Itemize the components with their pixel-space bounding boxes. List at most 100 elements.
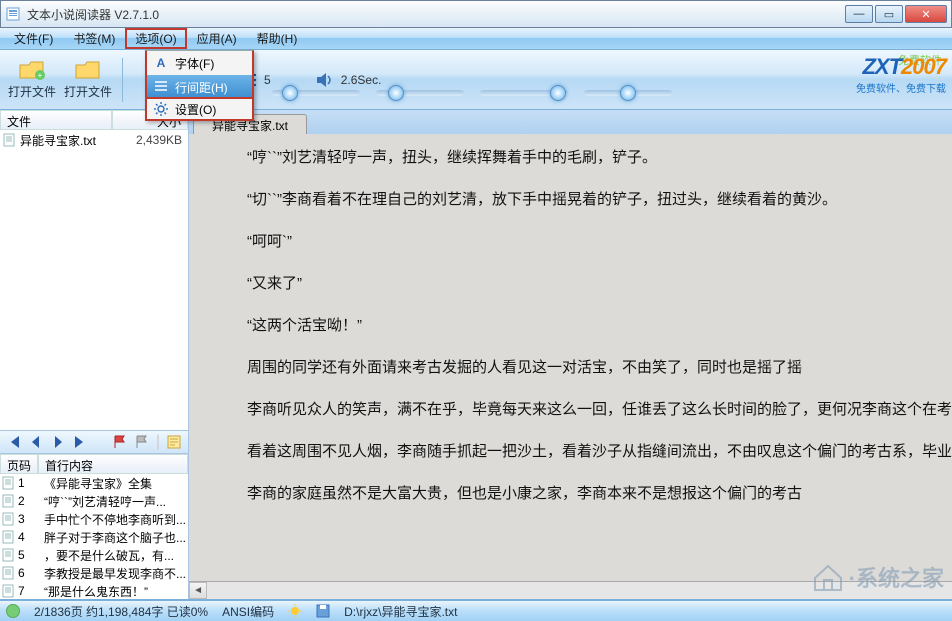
page-row-num: 6 — [18, 566, 40, 580]
page-row-text: “那是什么鬼东西！” — [44, 583, 186, 599]
first-page-icon[interactable] — [6, 434, 22, 450]
reader-paragraph: “呵呵`” — [217, 230, 952, 254]
status-indicator-icon — [6, 604, 20, 618]
file-row-name: 异能寻宝家.txt — [20, 132, 106, 149]
page-icon — [2, 566, 14, 580]
dd-line-spacing-label: 行间距(H) — [175, 79, 228, 96]
open-catalog-button[interactable]: 打开文件 — [62, 54, 114, 106]
page-row-num: 5 — [18, 548, 40, 562]
menu-help[interactable]: 帮助(H) — [247, 28, 308, 49]
open-catalog-label: 打开文件 — [64, 83, 112, 100]
page-icon — [2, 476, 14, 490]
file-row[interactable]: 异能寻宝家.txt 2,439KB — [0, 130, 188, 150]
titlebar: 文本小说阅读器 V2.7.1.0 — ▭ ✕ — [0, 0, 952, 28]
menu-bookmark[interactable]: 书签(M) — [63, 28, 125, 49]
menu-options[interactable]: 选项(O) — [125, 28, 186, 49]
page-icon — [2, 512, 14, 526]
file-row-size: 2,439KB — [110, 133, 186, 147]
main-split: 文件 大小 异能寻宝家.txt 2,439KB | 页码 首行内容 1 — [0, 110, 952, 600]
next-page-icon[interactable] — [50, 434, 66, 450]
page-row[interactable]: 7 “那是什么鬼东西！” — [0, 582, 188, 599]
page-row[interactable]: 5 ，要不是什么破瓦，有... — [0, 546, 188, 564]
page-row-text: 胖子对于李商这个脑子也... — [44, 529, 186, 546]
statusbar: 2/1836页 约1,198,484字 已读0% ANSI编码 D:\rjxz\… — [0, 600, 952, 621]
page-row-num: 4 — [18, 530, 40, 544]
page-icon — [2, 584, 14, 598]
disk-icon — [316, 604, 330, 618]
speaker-icon — [315, 72, 335, 88]
page-row-num: 2 — [18, 494, 40, 508]
reader-paragraph: “切``”李商看着不在理自己的刘艺清，放下手中摇晃着的铲子，扭过头，继续看着的黄… — [217, 188, 952, 212]
font-size-slider[interactable] — [272, 90, 360, 96]
left-pane: 文件 大小 异能寻宝家.txt 2,439KB | 页码 首行内容 1 — [0, 110, 189, 599]
toolbar-separator — [122, 58, 123, 102]
flag-grey-icon[interactable] — [134, 434, 150, 450]
page-icon — [2, 548, 14, 562]
page-list-header: 页码 首行内容 — [0, 454, 188, 474]
close-button[interactable]: ✕ — [905, 5, 947, 23]
page-row[interactable]: 2 “哼``”刘艺清轻哼一声... — [0, 492, 188, 510]
text-file-icon — [2, 133, 16, 147]
page-icon — [2, 494, 14, 508]
extra-slider[interactable] — [584, 90, 672, 96]
page-row-text: 李教授是最早发现李商不... — [44, 565, 186, 582]
page-row-num: 3 — [18, 512, 40, 526]
page-row-text: 《异能寻宝家》全集 — [44, 475, 186, 492]
dd-font-label: 字体(F) — [175, 55, 214, 72]
file-list-area: 文件 大小 异能寻宝家.txt 2,439KB — [0, 110, 188, 430]
file-hdr-name[interactable]: 文件 — [0, 110, 112, 130]
gear-icon — [153, 101, 169, 117]
voice-speed-slider[interactable] — [480, 90, 568, 96]
page-row-text: ，要不是什么破瓦，有... — [44, 547, 186, 564]
page-row[interactable]: 6 李教授是最早发现李商不... — [0, 564, 188, 582]
font-icon: A — [153, 55, 169, 71]
menu-file[interactable]: 文件(F) — [4, 28, 63, 49]
reader-body[interactable]: “哼``”刘艺清轻哼一声，扭头，继续挥舞着手中的毛刷，铲子。 “切``”李商看着不… — [189, 134, 952, 581]
reader-tabbar: 异能寻宝家.txt — [189, 110, 952, 134]
reader-paragraph: 周围的同学还有外面请来考古发掘的人看见这一对活宝，不由笑了，同时也是摇了摇 — [217, 356, 952, 380]
page-hdr-text[interactable]: 首行内容 — [38, 454, 188, 474]
linespace-value: 5 — [264, 73, 271, 87]
line-spacing-icon — [153, 79, 169, 95]
page-row[interactable]: 1 《异能寻宝家》全集 — [0, 474, 188, 492]
linespace-slider[interactable] — [376, 90, 464, 96]
sun-icon — [288, 604, 302, 618]
voice-speed-value: 2.6Sec. — [341, 73, 382, 87]
reader-paragraph: 李商听见众人的笑声，满不在乎，毕竟每天来这么一回，任谁丢了这么长时间的脸了，更何… — [217, 398, 952, 422]
page-hdr-num[interactable]: 页码 — [0, 454, 38, 474]
page-row[interactable]: 4 胖子对于李商这个脑子也... — [0, 528, 188, 546]
reader-pane: 异能寻宝家.txt “哼``”刘艺清轻哼一声，扭头，继续挥舞着手中的毛刷，铲子。… — [189, 110, 952, 599]
status-filepath: D:\rjxz\异能寻宝家.txt — [344, 603, 457, 620]
menu-app[interactable]: 应用(A) — [187, 28, 247, 49]
voice-stat: 2.6Sec. — [315, 72, 382, 88]
page-row-text: 手中忙个不停地李商听到... — [44, 511, 186, 528]
prev-page-icon[interactable] — [28, 434, 44, 450]
reader-paragraph: “哼``”刘艺清轻哼一声，扭头，继续挥舞着手中的毛刷，铲子。 — [217, 146, 952, 170]
window-title: 文本小说阅读器 V2.7.1.0 — [27, 6, 845, 23]
flag-red-icon[interactable] — [112, 434, 128, 450]
page-row-text: “哼``”刘艺清轻哼一声... — [44, 493, 186, 510]
reader-paragraph: “这两个活宝呦！” — [217, 314, 952, 338]
last-page-icon[interactable] — [72, 434, 88, 450]
status-pages: 2/1836页 约1,198,484字 已读0% — [34, 603, 208, 620]
open-file-label: 打开文件 — [8, 83, 56, 100]
toolbar: 免费软件 + 打开文件 打开文件 AA 12 5 2.6Sec. ZXT2007… — [0, 50, 952, 110]
note-icon[interactable] — [166, 434, 182, 450]
page-row[interactable]: 3 手中忙个不停地李商听到... — [0, 510, 188, 528]
page-list[interactable]: 1 《异能寻宝家》全集 2 “哼``”刘艺清轻哼一声... 3 手中忙个不停地李… — [0, 474, 188, 599]
reader-paragraph: “又来了” — [217, 272, 952, 296]
logo-subtext: 免费软件、免费下载 — [856, 80, 946, 95]
minimize-button[interactable]: — — [845, 5, 873, 23]
dd-font[interactable]: A 字体(F) — [147, 51, 252, 75]
page-icon — [2, 530, 14, 544]
scroll-left-icon[interactable]: ◄ — [189, 582, 207, 599]
dd-settings[interactable]: 设置(O) — [145, 97, 254, 121]
folder-icon — [74, 59, 102, 81]
open-file-button[interactable]: + 打开文件 — [6, 54, 58, 106]
page-row-num: 1 — [18, 476, 40, 490]
mini-toolbar: | — [0, 430, 188, 454]
dd-line-spacing[interactable]: 行间距(H) — [147, 75, 252, 99]
reader-paragraph: 李商的家庭虽然不是大富大贵，但也是小康之家，李商本来不是想报这个偏门的考古 — [217, 482, 952, 506]
maximize-button[interactable]: ▭ — [875, 5, 903, 23]
folder-add-icon: + — [18, 59, 46, 81]
